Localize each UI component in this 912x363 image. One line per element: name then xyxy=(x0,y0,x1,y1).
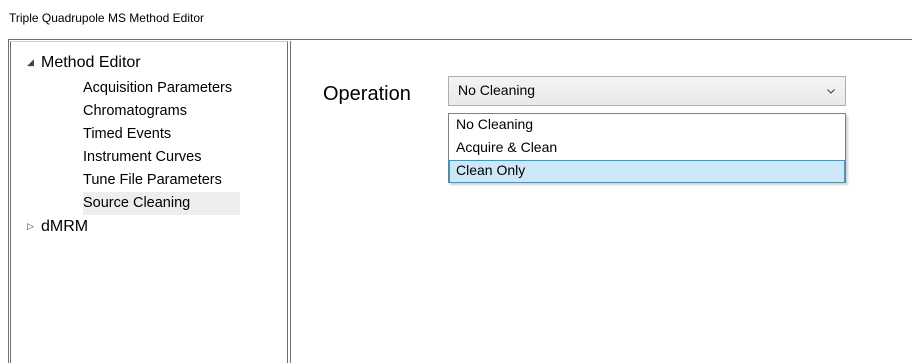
collapsed-arrow-icon[interactable]: ▷ xyxy=(27,217,41,235)
window-title: Triple Quadrupole MS Method Editor xyxy=(9,11,204,25)
pane-divider xyxy=(290,41,291,363)
option-no-cleaning[interactable]: No Cleaning xyxy=(449,114,845,137)
tree-node-label: dMRM xyxy=(41,218,89,235)
operation-selected-value: No Cleaning xyxy=(458,82,536,98)
tree-item-source-cleaning[interactable]: Source Cleaning xyxy=(83,192,240,215)
chevron-down-icon[interactable] xyxy=(826,86,836,96)
operation-dropdown-list: No Cleaning Acquire & Clean Clean Only xyxy=(448,113,846,183)
operation-label: Operation xyxy=(323,83,411,105)
method-editor-window: Triple Quadrupole MS Method Editor ◢ Meth… xyxy=(0,0,912,363)
tree-item-timed-events[interactable]: Timed Events xyxy=(83,123,175,146)
method-tree[interactable]: ◢ Method Editor Acquisition Parameters Ch… xyxy=(10,41,288,363)
tree-item-tune-file-parameters[interactable]: Tune File Parameters xyxy=(83,169,226,192)
tree-node-label: Method Editor xyxy=(41,54,141,71)
tree-item-instrument-curves[interactable]: Instrument Curves xyxy=(83,146,205,169)
operation-combobox[interactable]: No Cleaning xyxy=(448,76,846,106)
tree-item-chromatograms[interactable]: Chromatograms xyxy=(83,100,191,123)
tree-item-acquisition-parameters[interactable]: Acquisition Parameters xyxy=(83,77,236,100)
option-clean-only[interactable]: Clean Only xyxy=(449,160,845,183)
tree-node-method-editor[interactable]: ◢ Method Editor xyxy=(27,53,141,72)
expanded-arrow-icon[interactable]: ◢ xyxy=(27,53,41,71)
tree-node-dmrm[interactable]: ▷ dMRM xyxy=(27,217,88,236)
option-acquire-and-clean[interactable]: Acquire & Clean xyxy=(449,137,845,160)
